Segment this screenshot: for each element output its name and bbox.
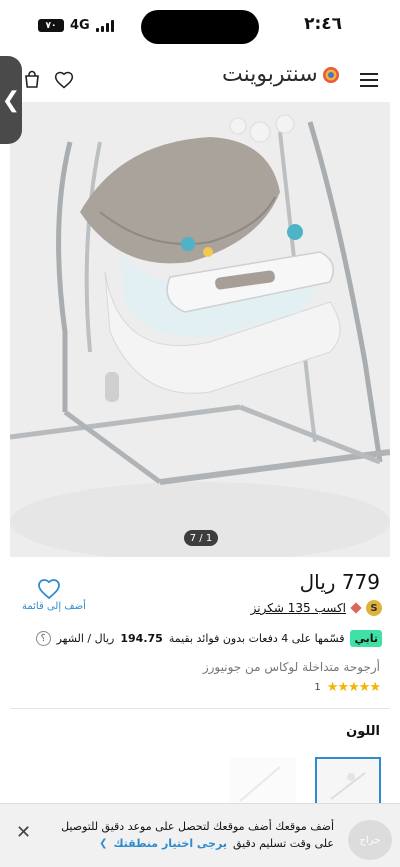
gallery-pager: 7 / 1 <box>184 530 218 546</box>
heart-icon[interactable] <box>54 70 74 90</box>
banner-message: أضف موقعك أضف موقعك لتحصل على موعد دقيق … <box>61 820 334 833</box>
tabby-installments: تابي قسّمها على 4 دفعات بدون فوائد بقيمة… <box>35 630 382 647</box>
color-swatch-selected[interactable] <box>315 757 381 807</box>
installment-suffix: ريال / الشهر <box>56 632 115 645</box>
tabby-logo: تابي <box>350 630 382 647</box>
divider <box>10 708 390 709</box>
swatch-thumbnail <box>317 759 379 807</box>
banner-submessage: على وقت تسليم دقيق يرجى اختيار منطقتك ❯ <box>99 837 334 850</box>
watermark-logo: حراج <box>348 820 392 860</box>
points-text: اكسب 135 شكرنز <box>250 601 346 615</box>
status-indicators: ٧٠ 4G <box>38 18 114 33</box>
logo-mark-icon <box>322 66 339 83</box>
status-bar: ٧٠ 4G ٢:٤٦ <box>0 0 400 52</box>
rating-count: 1 <box>314 682 321 693</box>
cart-icon[interactable] <box>22 70 42 90</box>
baby-swing-image <box>10 102 390 557</box>
back-chevron-icon: ❮ <box>1 87 21 113</box>
product-image[interactable] <box>10 102 390 557</box>
menu-icon[interactable] <box>360 72 378 88</box>
dynamic-island <box>141 10 259 44</box>
chevron-down-icon[interactable]: ❯ <box>99 838 107 849</box>
wishlist-heart-icon[interactable] <box>36 577 62 601</box>
info-icon[interactable]: ؟ <box>35 631 51 646</box>
swatch-thumbnail <box>239 766 281 802</box>
delivery-location-banner <box>0 803 400 867</box>
product-name: أرجوحة متداخلة لوكاس من جونيورز <box>202 660 380 674</box>
diamond-icon <box>350 602 362 614</box>
color-label: اللون <box>346 724 380 739</box>
battery-icon: ٧٠ <box>38 19 64 32</box>
installment-text: قسّمها على 4 دفعات بدون فوائد بقيمة <box>168 632 345 645</box>
shukrans-points[interactable]: S اكسب 135 شكرنز <box>251 600 382 616</box>
close-icon[interactable]: ✕ <box>16 822 31 843</box>
star-rating-icon: ★★★★★ <box>326 680 381 695</box>
add-to-list-label[interactable]: أضف إلى قائمة <box>22 601 86 612</box>
product-price: 779 ريال <box>299 570 380 594</box>
logo-text: سنتربوينت <box>222 62 318 87</box>
status-time: ٢:٤٦ <box>304 14 342 34</box>
product-rating[interactable]: ★★★★★ 1 <box>314 680 381 695</box>
brand-logo[interactable]: سنتربوينت <box>222 62 340 87</box>
shukrans-badge-icon: S <box>366 600 382 616</box>
network-type: 4G <box>70 18 90 33</box>
back-button[interactable]: ❮ <box>0 56 22 144</box>
choose-region-link[interactable]: يرجى اختيار منطقتك <box>113 837 227 850</box>
installment-amount: 194.75 <box>120 632 163 645</box>
banner-delivery-text: على وقت تسليم دقيق <box>232 837 334 850</box>
color-swatch[interactable] <box>230 757 296 807</box>
signal-icon <box>95 19 114 32</box>
